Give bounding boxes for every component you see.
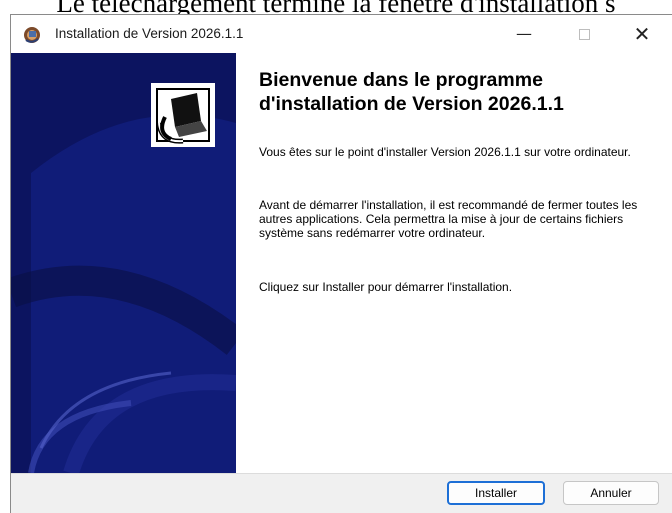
recommendation-paragraph: Avant de démarrer l'installation, il est… <box>259 198 638 240</box>
page-title: Bienvenue dans le programme d'installati… <box>259 69 564 115</box>
install-button[interactable]: Installer <box>447 481 545 505</box>
installer-banner <box>11 53 236 473</box>
minimize-button[interactable]: — <box>501 15 547 53</box>
installer-window: Installation de Version 2026.1.1 — ✕ Bie… <box>10 14 672 513</box>
window-title: Installation de Version 2026.1.1 <box>55 26 244 41</box>
title-bar[interactable]: Installation de Version 2026.1.1 — ✕ <box>11 15 672 53</box>
maximize-icon <box>579 29 590 40</box>
installer-app-icon <box>24 27 40 43</box>
close-button[interactable]: ✕ <box>619 15 665 53</box>
installer-computer-icon <box>151 83 215 147</box>
close-icon: ✕ <box>633 22 651 46</box>
content-panel: Bienvenue dans le programme d'installati… <box>236 53 672 473</box>
minimize-icon: — <box>516 24 532 43</box>
instruction-paragraph: Cliquez sur Installer pour démarrer l'in… <box>259 280 513 294</box>
cancel-button[interactable]: Annuler <box>563 481 659 505</box>
maximize-button <box>561 15 607 53</box>
banner-graphic <box>11 53 236 473</box>
button-bar: Installer Annuler <box>11 473 672 513</box>
intro-paragraph: Vous êtes sur le point d'installer Versi… <box>259 145 631 159</box>
